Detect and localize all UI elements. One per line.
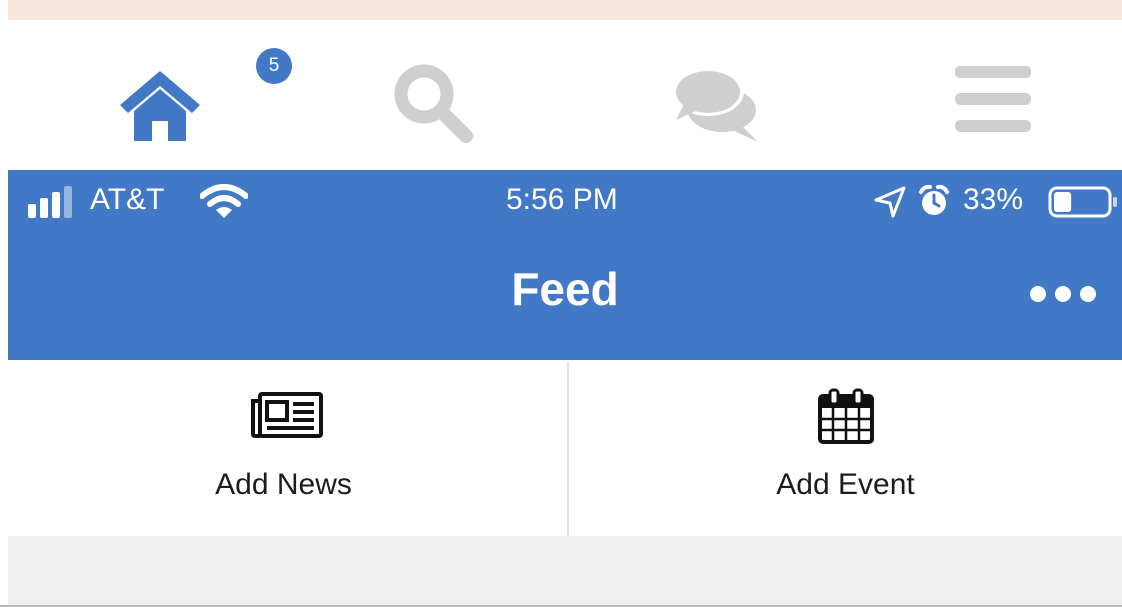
tab-menu[interactable] (943, 20, 1043, 170)
more-horizontal-icon (1030, 286, 1046, 302)
add-event-label: Add Event (776, 468, 915, 501)
feed-content-area (8, 536, 1122, 605)
add-event-button[interactable]: Add Event (569, 360, 1122, 536)
more-horizontal-icon-dot (1080, 286, 1096, 302)
home-badge: 5 (256, 48, 292, 84)
signal-icon (28, 186, 72, 218)
alarm-icon (919, 184, 949, 215)
search-icon (394, 64, 473, 143)
home-icon (120, 71, 200, 141)
nav-bar: Feed (8, 232, 1122, 360)
tab-messages[interactable] (658, 20, 778, 170)
newspaper-icon (251, 392, 323, 438)
carrier-name: AT&T (90, 183, 165, 216)
add-news-label: Add News (215, 468, 352, 501)
tab-search[interactable] (378, 20, 488, 170)
chat-bubbles-icon (672, 68, 758, 142)
more-horizontal-icon-dot (1055, 286, 1071, 302)
action-divider (567, 362, 569, 536)
page-title: Feed (511, 263, 619, 315)
battery-icon (1048, 186, 1117, 218)
wifi-icon (200, 184, 248, 218)
menu-icon (955, 66, 1031, 132)
calendar-icon (818, 388, 874, 444)
action-row: Add News Add Event (0, 360, 1122, 536)
tab-home[interactable]: 5 (98, 20, 292, 170)
add-news-button[interactable]: Add News (0, 360, 567, 536)
battery-percent: 33% (963, 183, 1024, 216)
status-bar: AT&T 5:56 PM 33% (8, 170, 1122, 232)
top-strip (8, 0, 1122, 20)
tab-bar: 5 (8, 20, 1122, 170)
location-arrow-icon (874, 186, 906, 218)
more-options-button[interactable] (1030, 284, 1096, 304)
status-time: 5:56 PM (506, 183, 618, 216)
